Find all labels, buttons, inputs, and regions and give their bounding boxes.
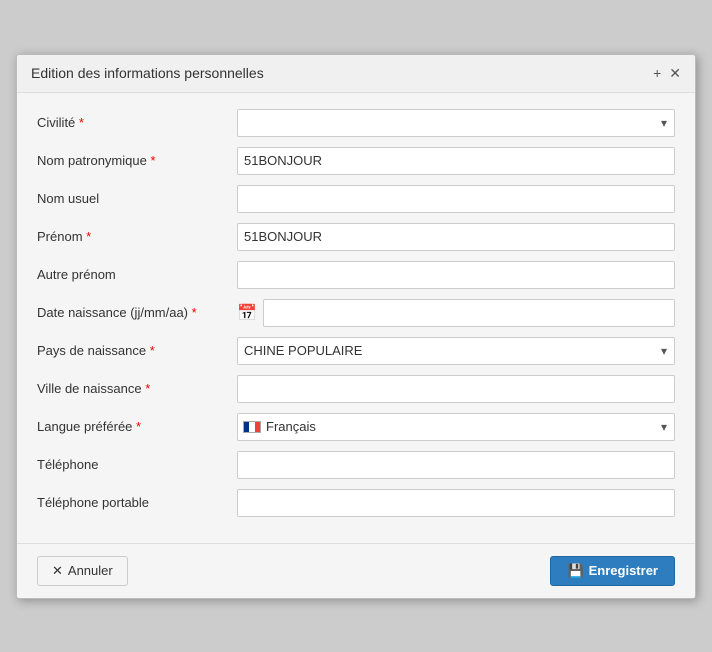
nom-usuel-input[interactable] <box>237 185 675 213</box>
dialog-title: Edition des informations personnelles <box>31 65 264 81</box>
cancel-x-icon: ✕ <box>52 563 63 579</box>
civilite-select-wrapper: M. Mme Dr <box>237 109 675 137</box>
langue-row: Langue préférée * Français English Deuts… <box>37 413 675 441</box>
telephone-portable-label: Téléphone portable <box>37 495 237 510</box>
ville-naissance-input[interactable] <box>237 375 675 403</box>
autre-prenom-input[interactable] <box>237 261 675 289</box>
civilite-required: * <box>79 115 84 130</box>
telephone-row: Téléphone <box>37 451 675 479</box>
civilite-label: Civilité * <box>37 115 237 130</box>
ville-naissance-row: Ville de naissance * <box>37 375 675 403</box>
dialog-footer: ✕ Annuler 💾 Enregistrer <box>17 543 695 598</box>
nom-usuel-row: Nom usuel <box>37 185 675 213</box>
dialog-body: Civilité * M. Mme Dr Nom patronymique * <box>17 93 695 543</box>
dialog-close-icon[interactable]: ✕ <box>669 65 681 82</box>
calendar-icon[interactable]: 📅 <box>237 303 257 323</box>
civilite-select[interactable]: M. Mme Dr <box>237 109 675 137</box>
civilite-row: Civilité * M. Mme Dr <box>37 109 675 137</box>
ville-naissance-label: Ville de naissance * <box>37 381 237 396</box>
cancel-button[interactable]: ✕ Annuler <box>37 556 128 586</box>
cancel-label: Annuler <box>68 563 113 578</box>
nom-patronymique-input[interactable] <box>237 147 675 175</box>
telephone-input[interactable] <box>237 451 675 479</box>
prenom-label: Prénom * <box>37 229 237 244</box>
pays-naissance-label: Pays de naissance * <box>37 343 237 358</box>
personal-info-dialog: Edition des informations personnelles + … <box>16 54 696 599</box>
save-label: Enregistrer <box>589 563 658 578</box>
autre-prenom-label: Autre prénom <box>37 267 237 282</box>
telephone-portable-input[interactable] <box>237 489 675 517</box>
prenom-input[interactable] <box>237 223 675 251</box>
date-naissance-wrapper: 📅 <box>237 299 675 327</box>
dialog-header-controls: + ✕ <box>653 65 681 82</box>
telephone-portable-row: Téléphone portable <box>37 489 675 517</box>
pays-naissance-select-wrapper: CHINE POPULAIRE FRANCE ALLEMAGNE <box>237 337 675 365</box>
dialog-plus-icon[interactable]: + <box>653 65 661 81</box>
autre-prenom-row: Autre prénom <box>37 261 675 289</box>
pays-naissance-row: Pays de naissance * CHINE POPULAIRE FRAN… <box>37 337 675 365</box>
save-button[interactable]: 💾 Enregistrer <box>550 556 675 586</box>
langue-select-wrapper: Français English Deutsch <box>237 413 675 441</box>
dialog-header: Edition des informations personnelles + … <box>17 55 695 93</box>
date-naissance-row: Date naissance (jj/mm/aa) * 📅 <box>37 299 675 327</box>
langue-select[interactable]: Français English Deutsch <box>237 413 675 441</box>
nom-usuel-label: Nom usuel <box>37 191 237 206</box>
nom-patronymique-label: Nom patronymique * <box>37 153 237 168</box>
pays-naissance-select[interactable]: CHINE POPULAIRE FRANCE ALLEMAGNE <box>237 337 675 365</box>
langue-label: Langue préférée * <box>37 419 237 434</box>
date-naissance-input[interactable] <box>263 299 675 327</box>
nom-patronymique-row: Nom patronymique * <box>37 147 675 175</box>
save-floppy-icon: 💾 <box>567 563 583 579</box>
prenom-row: Prénom * <box>37 223 675 251</box>
telephone-label: Téléphone <box>37 457 237 472</box>
date-naissance-label: Date naissance (jj/mm/aa) * <box>37 305 237 320</box>
